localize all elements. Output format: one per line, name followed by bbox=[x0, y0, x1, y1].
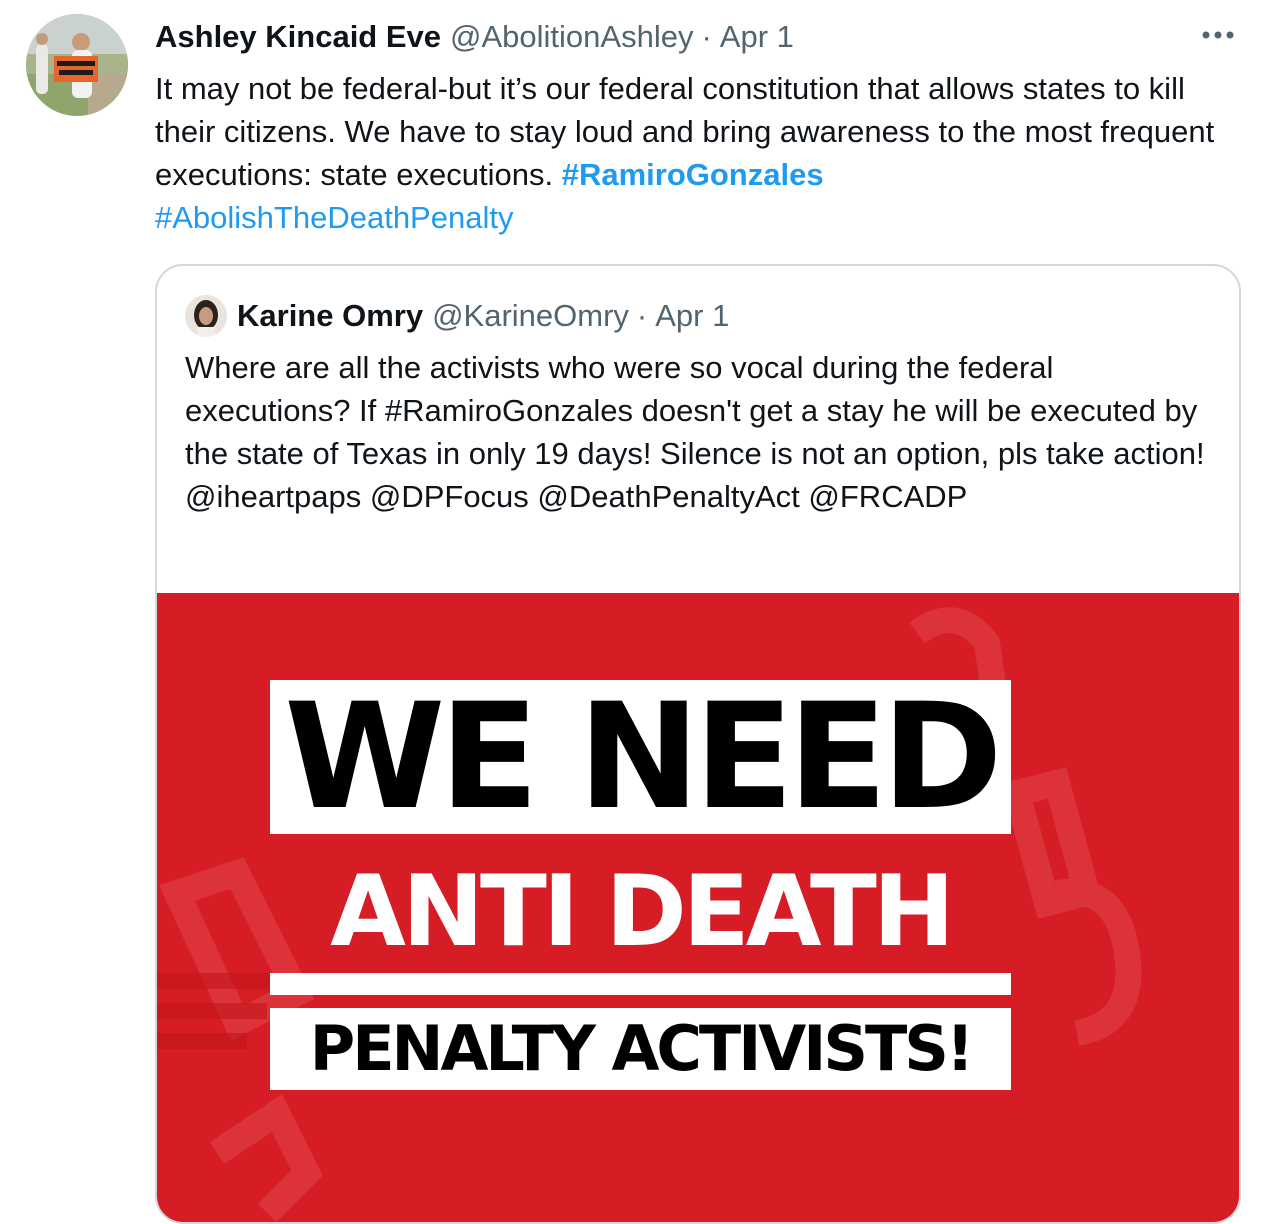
header-separator: · bbox=[701, 19, 712, 54]
tweet-text: It may not be federal-but it’s our feder… bbox=[155, 67, 1245, 239]
banner-line-3: PENALTY ACTIVISTS! bbox=[309, 1012, 974, 1085]
quoted-header-separator: · bbox=[636, 298, 648, 333]
more-options-button[interactable] bbox=[1198, 18, 1238, 52]
hashtag-link-ramirogonzales[interactable]: #RamiroGonzales bbox=[562, 157, 824, 192]
quoted-tweet-date[interactable]: Apr 1 bbox=[655, 298, 729, 334]
hashtag-link-abolishthedeathpenalty[interactable]: #AbolishTheDeathPenalty bbox=[155, 200, 513, 235]
quoted-author-avatar[interactable] bbox=[185, 295, 227, 337]
banner-line-1: WE NEED bbox=[284, 672, 1002, 842]
tweet-header: Ashley Kincaid Eve @AbolitionAshley · Ap… bbox=[155, 17, 1255, 57]
quoted-author-handle[interactable]: @KarineOmry bbox=[432, 298, 629, 334]
author-handle[interactable]: @AbolitionAshley bbox=[450, 19, 693, 55]
avatar-photo bbox=[26, 14, 128, 116]
quoted-avatar-photo bbox=[185, 295, 227, 337]
quoted-author-display-name[interactable]: Karine Omry bbox=[237, 298, 423, 334]
quoted-tweet-text: Where are all the activists who were so … bbox=[185, 346, 1225, 518]
quoted-mentions[interactable]: @iheartpaps @DPFocus @DeathPenaltyAct @F… bbox=[185, 479, 967, 514]
quoted-tweet-image[interactable]: WE NEED ANTI DEATH PENALTY ACTIVISTS! bbox=[157, 593, 1239, 1222]
quoted-body-text: Where are all the activists who were so … bbox=[185, 350, 1205, 471]
author-avatar[interactable] bbox=[26, 14, 128, 116]
tweet-date[interactable]: Apr 1 bbox=[720, 19, 794, 55]
author-display-name[interactable]: Ashley Kincaid Eve bbox=[155, 19, 441, 55]
quoted-tweet[interactable]: Karine Omry @KarineOmry · Apr 1 Where ar… bbox=[155, 264, 1241, 1224]
tweet-card[interactable]: Ashley Kincaid Eve @AbolitionAshley · Ap… bbox=[0, 0, 1280, 1224]
banner-divider bbox=[270, 973, 1011, 995]
banner-we-need: WE NEED bbox=[270, 680, 1011, 834]
quoted-tweet-header: Karine Omry @KarineOmry · Apr 1 bbox=[185, 295, 729, 337]
more-horizontal-icon bbox=[1202, 31, 1234, 39]
banner-penalty-activists: PENALTY ACTIVISTS! bbox=[270, 1008, 1011, 1090]
banner-line-2: ANTI DEATH bbox=[330, 855, 955, 969]
